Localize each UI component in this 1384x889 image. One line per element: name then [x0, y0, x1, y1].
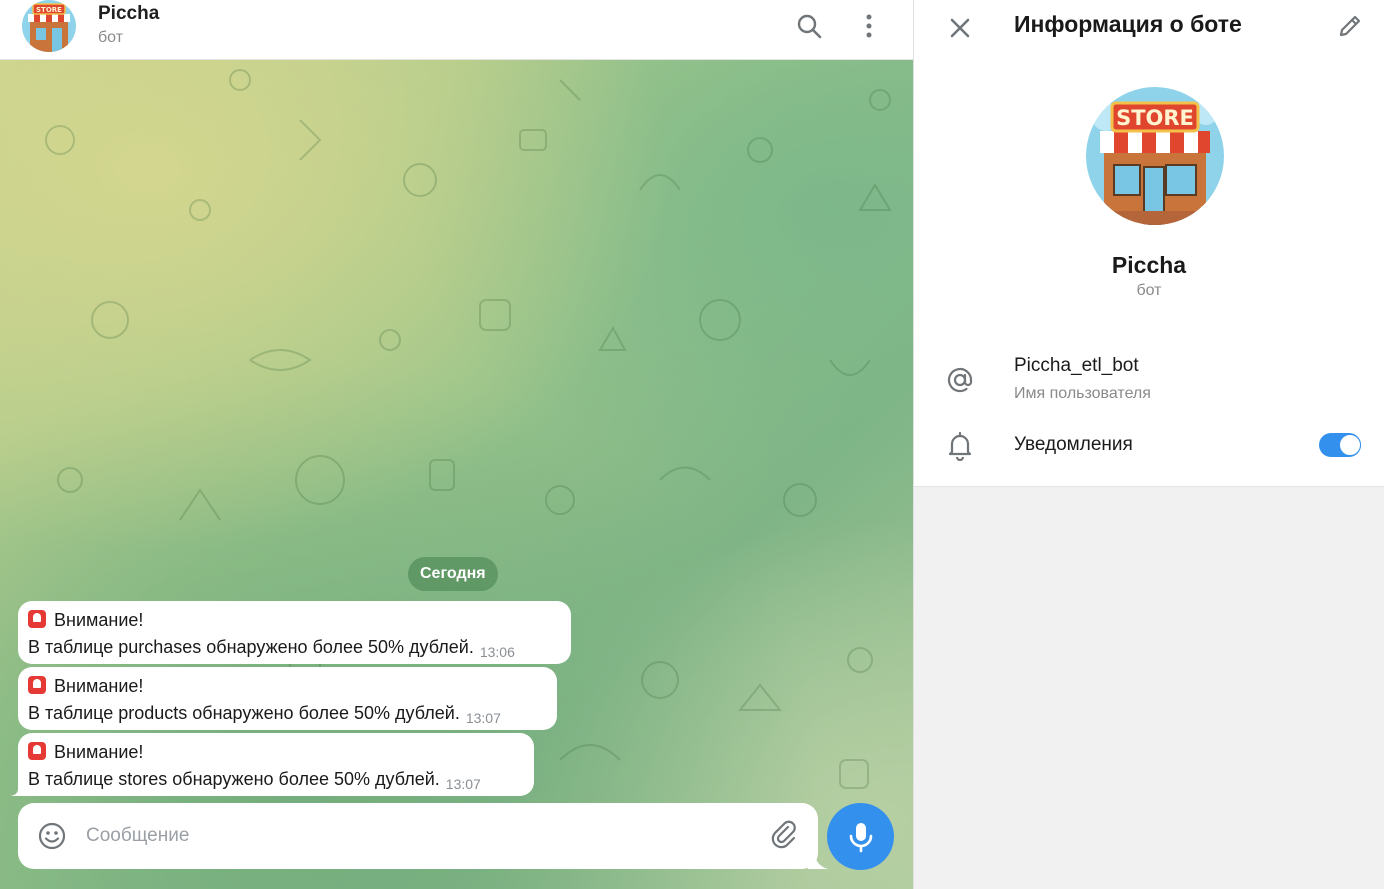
- emoji-button[interactable]: [36, 820, 68, 852]
- search-button[interactable]: [791, 11, 827, 41]
- chat-header: STORE Piccha бот: [0, 0, 913, 60]
- chat-subtitle: бот: [98, 29, 124, 46]
- message-heading: Внимание!: [28, 607, 561, 634]
- microphone-icon: [849, 822, 872, 852]
- paperclip-icon: [771, 820, 796, 849]
- alarm-siren-icon: [28, 610, 46, 628]
- bot-subtitle: бот: [1136, 282, 1162, 299]
- chat-title: Piccha: [98, 3, 160, 24]
- store-logo-icon: STORE: [1086, 87, 1224, 225]
- bell-icon: [944, 429, 976, 462]
- svg-text:STORE: STORE: [36, 6, 62, 14]
- message-bubble[interactable]: Внимание! В таблице products обнаружено …: [18, 667, 557, 730]
- alarm-siren-icon: [28, 742, 46, 760]
- alarm-siren-icon: [28, 676, 46, 694]
- edit-button[interactable]: [1334, 10, 1366, 42]
- username-value[interactable]: Piccha_etl_bot: [1014, 355, 1139, 377]
- notifications-toggle[interactable]: [1319, 433, 1361, 457]
- bot-info-card: Информация о боте STORE Piccha бот Picch…: [914, 0, 1384, 487]
- svg-text:STORE: STORE: [1116, 106, 1194, 130]
- username-label: Имя пользователя: [1014, 385, 1151, 402]
- avatar[interactable]: STORE: [1086, 87, 1224, 225]
- notifications-label: Уведомления: [1014, 434, 1133, 455]
- chat-area: STORE Piccha бот Сегодня Внимание! В таб…: [0, 0, 913, 889]
- date-separator: Сегодня: [408, 557, 498, 591]
- store-logo-icon: STORE: [22, 0, 76, 52]
- message-input[interactable]: Сообщение: [86, 825, 189, 847]
- message-text: В таблице purchases обнаружено более 50%…: [28, 637, 474, 657]
- voice-record-button[interactable]: [827, 803, 894, 870]
- more-menu-button[interactable]: [851, 11, 887, 41]
- message-time: 13:07: [445, 776, 481, 792]
- message-tail: [10, 778, 18, 796]
- avatar[interactable]: STORE: [22, 0, 76, 52]
- attach-button[interactable]: [768, 819, 800, 851]
- message-heading: Внимание!: [28, 673, 547, 700]
- edit-pencil-icon: [1339, 15, 1361, 37]
- at-sign-icon: [944, 364, 976, 396]
- message-text: В таблице stores обнаружено более 50% ду…: [28, 769, 440, 789]
- bot-name: Piccha: [1111, 252, 1187, 278]
- more-vertical-icon: [866, 14, 872, 38]
- message-time: 13:07: [465, 710, 501, 726]
- close-icon: [950, 18, 970, 38]
- message-bubble[interactable]: Внимание! В таблице purchases обнаружено…: [18, 601, 571, 664]
- close-panel-button[interactable]: [944, 12, 976, 44]
- bot-info-panel: Информация о боте STORE Piccha бот Picch…: [913, 0, 1384, 889]
- message-time: 13:06: [479, 644, 515, 660]
- message-heading: Внимание!: [28, 739, 524, 766]
- search-icon: [797, 14, 822, 39]
- message-text: В таблице products обнаружено более 50% …: [28, 703, 460, 723]
- emoji-icon: [38, 822, 66, 850]
- panel-title: Информация о боте: [1014, 11, 1242, 37]
- toggle-knob: [1339, 434, 1361, 456]
- message-bubble[interactable]: Внимание! В таблице stores обнаружено бо…: [18, 733, 534, 796]
- composer-tail: [808, 852, 828, 869]
